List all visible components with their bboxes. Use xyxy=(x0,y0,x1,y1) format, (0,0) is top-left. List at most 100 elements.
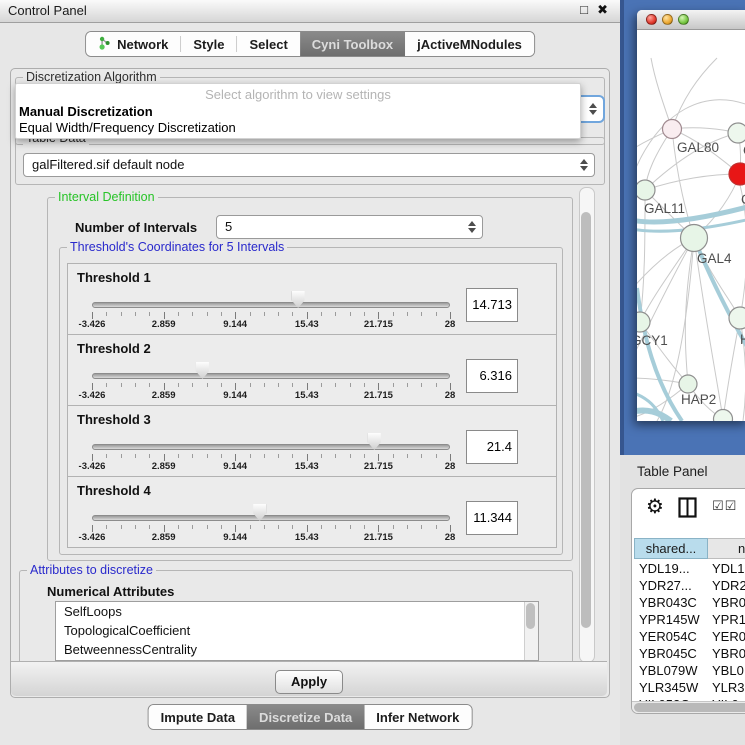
tick-mark xyxy=(149,525,150,529)
numerical-attributes-list[interactable]: SelfLoopsTopologicalCoefficientBetweenne… xyxy=(55,601,539,661)
column-header-name[interactable]: na xyxy=(708,538,745,559)
tick-label: 9.144 xyxy=(205,532,265,543)
float-window-icon[interactable]: □ xyxy=(580,2,588,17)
threshold-3-slider[interactable]: -3.4262.8599.14415.4321.71528 xyxy=(92,406,450,476)
tab-jactivemnodules[interactable]: jActiveMNodules xyxy=(405,32,534,56)
tick-mark xyxy=(164,525,165,532)
checkbox-icons[interactable]: ☑☑ xyxy=(712,498,737,514)
tick-mark xyxy=(92,525,93,532)
tick-label: 15.43 xyxy=(277,532,337,543)
table-row[interactable]: YDL19...YDL1 xyxy=(632,560,745,577)
tab-network[interactable]: Network xyxy=(86,32,180,56)
tick-mark xyxy=(207,383,208,387)
tick-mark xyxy=(335,525,336,529)
dropdown-option-equal-width[interactable]: Equal Width/Frequency Discretization xyxy=(16,120,580,136)
table-row[interactable]: YBL079WYBL0 xyxy=(632,662,745,679)
network-node[interactable] xyxy=(679,375,697,393)
threshold-1-slider[interactable]: -3.4262.8599.14415.4321.71528 xyxy=(92,264,450,334)
zoom-traffic-light-icon[interactable] xyxy=(678,14,689,25)
network-node[interactable] xyxy=(663,120,682,139)
tick-mark xyxy=(164,454,165,461)
network-graph[interactable]: GAL80GCGAL11GAL4GCY1HHAP2 xyxy=(637,30,745,421)
panel-scrollbar[interactable] xyxy=(579,187,595,663)
dropdown-option-manual[interactable]: Manual Discretization xyxy=(16,104,580,120)
threshold-value-field[interactable]: 14.713 xyxy=(466,288,518,322)
num-intervals-value: 5 xyxy=(225,219,232,234)
tick-mark xyxy=(393,383,394,387)
tab-select[interactable]: Select xyxy=(237,32,299,56)
network-node[interactable] xyxy=(729,307,745,329)
table-row[interactable]: YBR043CYBR0 xyxy=(632,594,745,611)
network-node[interactable] xyxy=(714,410,733,422)
tick-label: 21.715 xyxy=(348,319,408,330)
table-row[interactable]: YLR345WYLR3 xyxy=(632,679,745,696)
tick-label: -3.426 xyxy=(62,390,122,401)
scrollbar-thumb[interactable] xyxy=(526,603,535,629)
column-header-shared[interactable]: shared... xyxy=(634,538,708,559)
threshold-4-slider[interactable]: -3.4262.8599.14415.4321.71528 xyxy=(92,477,450,547)
slider-track[interactable] xyxy=(92,444,450,450)
list-scrollbar[interactable] xyxy=(524,602,538,660)
threshold-value-field[interactable]: 6.316 xyxy=(466,359,518,393)
network-node[interactable] xyxy=(728,123,745,143)
table-row[interactable]: YBR045CYBR0 xyxy=(632,645,745,662)
network-node[interactable] xyxy=(637,180,655,200)
table-row[interactable]: YER054CYER0 xyxy=(632,628,745,645)
tick-mark xyxy=(364,383,365,387)
threshold-value-field[interactable]: 11.344 xyxy=(466,501,518,535)
tick-mark xyxy=(393,525,394,529)
tick-mark xyxy=(378,454,379,461)
threshold-2-slider[interactable]: -3.4262.8599.14415.4321.71528 xyxy=(92,335,450,405)
slider-tick-labels: -3.4262.8599.14415.4321.71528 xyxy=(92,461,450,473)
close-traffic-light-icon[interactable] xyxy=(646,14,657,25)
table-data-select[interactable]: galFiltered.sif default node xyxy=(23,153,595,177)
list-item[interactable]: SelfLoops xyxy=(56,602,538,621)
network-node[interactable] xyxy=(729,163,745,185)
num-intervals-select[interactable]: 5 xyxy=(216,215,483,239)
tick-mark xyxy=(178,454,179,458)
tick-mark xyxy=(436,383,437,387)
tab-discretize-data[interactable]: Discretize Data xyxy=(247,705,364,729)
list-item[interactable]: BetweennessCentrality xyxy=(56,640,538,659)
network-node[interactable] xyxy=(681,225,708,252)
tab-style[interactable]: Style xyxy=(181,32,236,56)
minimize-traffic-light-icon[interactable] xyxy=(662,14,673,25)
control-panel: Control Panel □ ✖ Network St xyxy=(0,0,620,745)
table-row[interactable]: YPR145WYPR1 xyxy=(632,611,745,628)
tab-impute-data[interactable]: Impute Data xyxy=(149,705,247,729)
tick-mark xyxy=(250,312,251,316)
top-tabbar: Network Style Select Cyni Toolbox jActiv… xyxy=(85,31,535,57)
tick-mark xyxy=(407,312,408,316)
tick-mark xyxy=(335,383,336,387)
tick-mark xyxy=(378,383,379,390)
threshold-value-field[interactable]: 21.4 xyxy=(466,430,518,464)
tick-mark xyxy=(235,525,236,532)
scrollbar-thumb[interactable] xyxy=(634,703,745,712)
slider-track[interactable] xyxy=(92,373,450,379)
tick-mark xyxy=(321,312,322,316)
network-tree-icon xyxy=(98,36,111,53)
apply-button[interactable]: Apply xyxy=(275,670,343,694)
tick-mark xyxy=(321,525,322,529)
tick-mark xyxy=(106,525,107,529)
tick-mark xyxy=(407,383,408,387)
tick-mark xyxy=(421,383,422,387)
column-layout-icon[interactable] xyxy=(678,497,697,523)
num-intervals-label: Number of Intervals xyxy=(75,220,197,235)
tab-cyni-toolbox[interactable]: Cyni Toolbox xyxy=(300,32,405,56)
table-hscrollbar[interactable] xyxy=(632,701,745,714)
close-icon[interactable]: ✖ xyxy=(597,2,608,18)
tick-label: -3.426 xyxy=(62,532,122,543)
gear-icon[interactable]: ⚙ xyxy=(646,494,664,519)
tick-mark xyxy=(92,383,93,390)
tick-label: 9.144 xyxy=(205,461,265,472)
network-node[interactable] xyxy=(637,312,650,332)
list-item[interactable]: TopologicalCoefficient xyxy=(56,621,538,640)
tick-mark xyxy=(436,454,437,458)
scrollbar-thumb[interactable] xyxy=(581,212,591,628)
tab-infer-network[interactable]: Infer Network xyxy=(364,705,471,729)
slider-track[interactable] xyxy=(92,515,450,521)
slider-track[interactable] xyxy=(92,302,450,308)
table-row[interactable]: YDR27...YDR2 xyxy=(632,577,745,594)
node-label: GAL80 xyxy=(677,140,719,155)
